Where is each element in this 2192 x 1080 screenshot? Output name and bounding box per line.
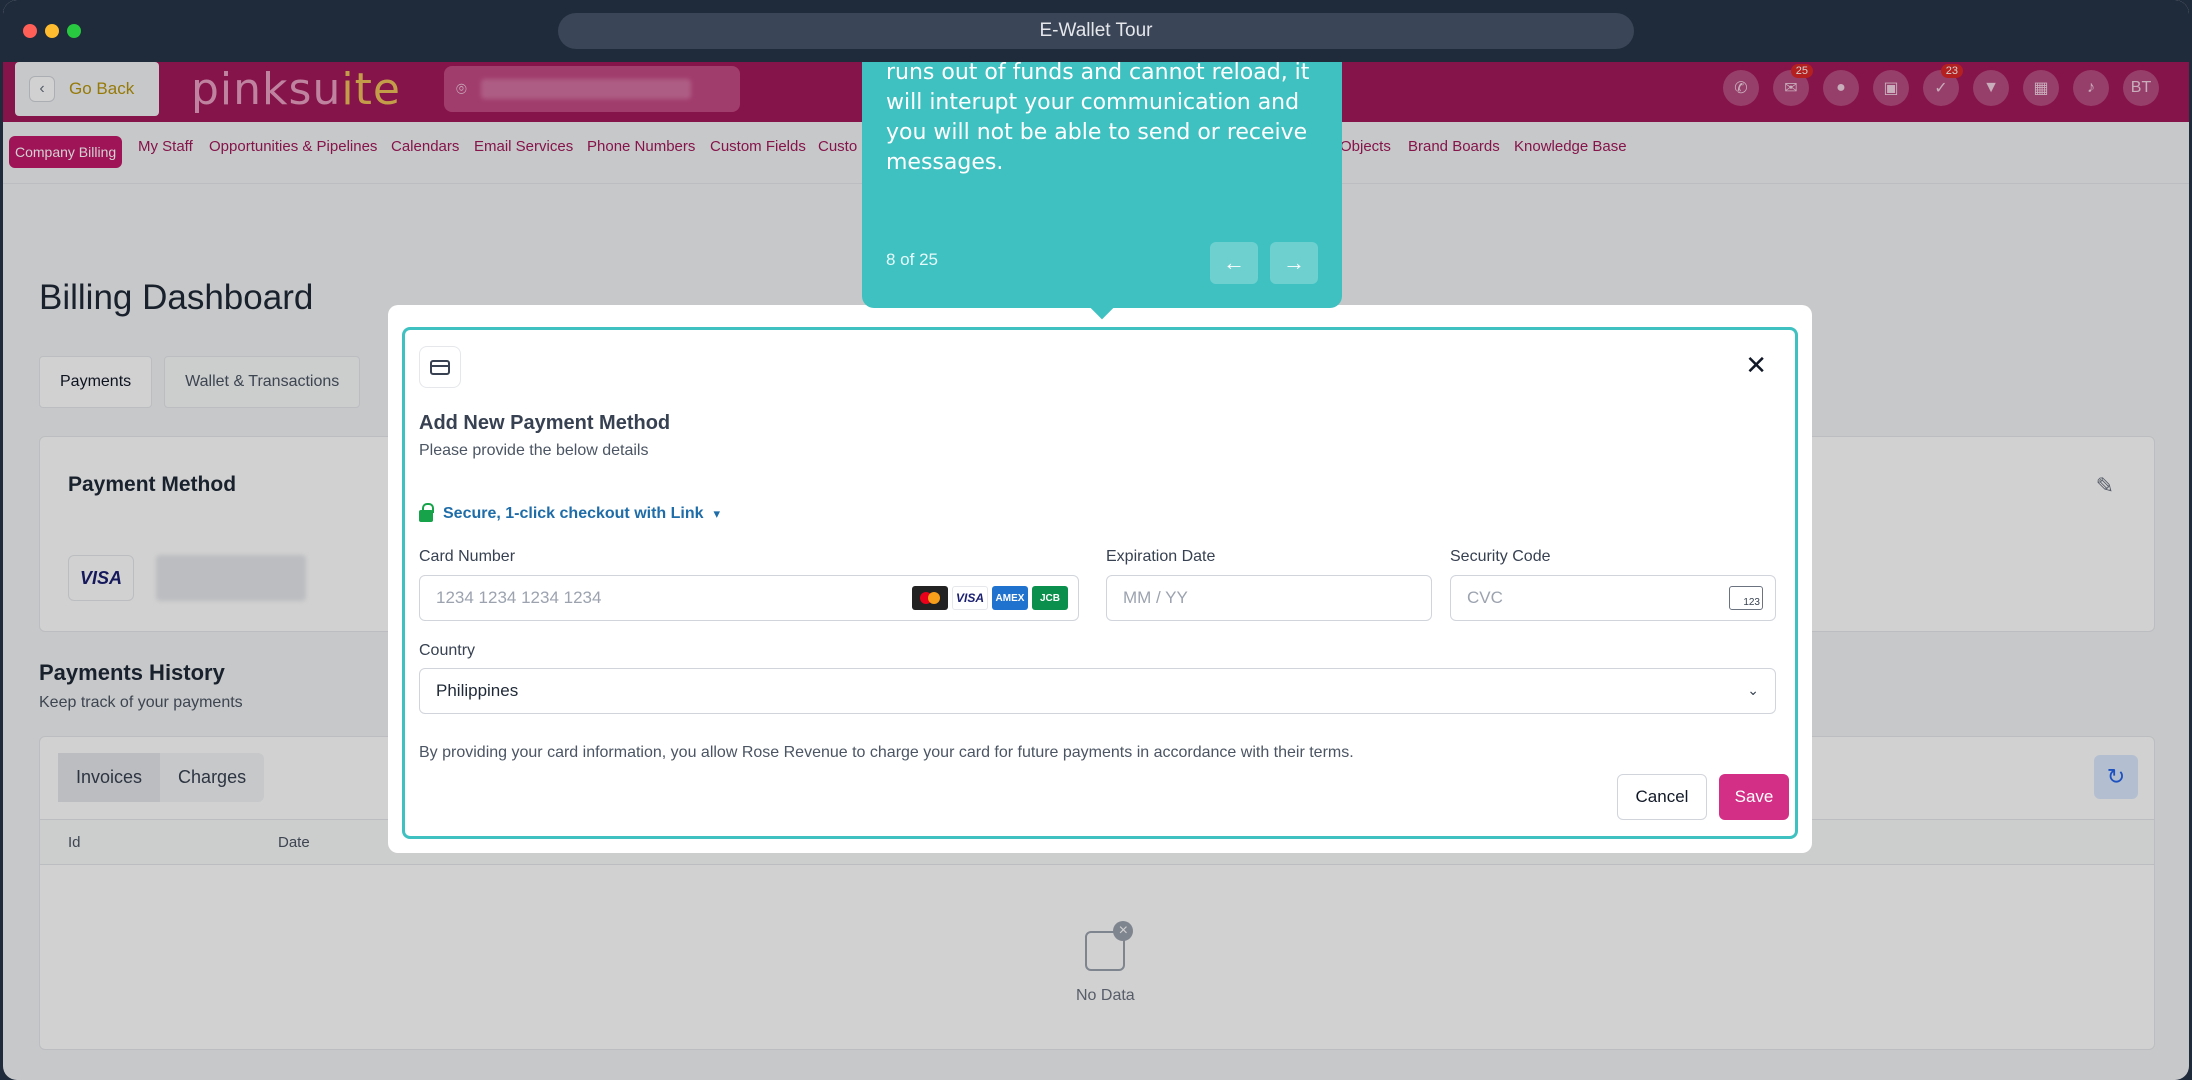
- maximize-window-button[interactable]: [67, 24, 81, 38]
- modal-title: Add New Payment Method: [419, 412, 671, 434]
- security-code-placeholder: CVC: [1467, 588, 1503, 607]
- tour-next-button[interactable]: →: [1270, 242, 1318, 284]
- tour-tooltip: a credit card for this. If your e-wallet…: [862, 62, 1342, 320]
- chevron-down-icon: ⌄: [1747, 682, 1759, 698]
- expiration-label: Expiration Date: [1106, 548, 1216, 565]
- card-number-placeholder: 1234 1234 1234 1234: [436, 588, 602, 607]
- expiration-input[interactable]: MM / YY: [1106, 575, 1432, 621]
- cancel-button[interactable]: Cancel: [1617, 774, 1707, 820]
- mastercard-icon: [912, 586, 948, 610]
- card-number-label: Card Number: [419, 548, 516, 565]
- credit-card-icon: [419, 346, 461, 388]
- app-window: E-Wallet Tour ‹ Go Back pinksuite ⌾ ✆ ✉ 2…: [3, 0, 2189, 1080]
- link-checkout-toggle[interactable]: Secure, 1-click checkout with Link ▾: [419, 503, 721, 523]
- close-window-button[interactable]: [23, 24, 37, 38]
- card-brands: VISA AMEX JCB: [912, 586, 1068, 610]
- tour-text: a credit card for this. If your e-wallet…: [886, 62, 1310, 175]
- add-payment-modal: ✕ Add New Payment Method Please provide …: [388, 305, 1812, 853]
- card-number-input[interactable]: 1234 1234 1234 1234 VISA AMEX JCB: [419, 575, 1079, 621]
- title-bar: E-Wallet Tour: [3, 0, 2189, 62]
- jcb-icon: JCB: [1032, 586, 1068, 610]
- minimize-window-button[interactable]: [45, 24, 59, 38]
- expiration-placeholder: MM / YY: [1123, 588, 1188, 607]
- save-button[interactable]: Save: [1719, 774, 1789, 820]
- modal-highlight: ✕ Add New Payment Method Please provide …: [402, 327, 1798, 839]
- country-label: Country: [419, 642, 476, 659]
- cvc-card-icon: 123: [1729, 586, 1763, 610]
- arrow-right-icon: →: [1283, 250, 1305, 275]
- amex-icon: AMEX: [992, 586, 1028, 610]
- window-title: E-Wallet Tour: [558, 13, 1634, 49]
- modal-subtitle: Please provide the below details: [419, 442, 649, 459]
- close-icon[interactable]: ✕: [1745, 352, 1767, 378]
- chevron-down-icon: ▾: [713, 506, 721, 521]
- lock-icon: [419, 503, 434, 522]
- terms-text: By providing your card information, you …: [419, 744, 1354, 761]
- security-code-input[interactable]: CVC 123: [1450, 575, 1776, 621]
- country-select[interactable]: Philippines ⌄: [419, 668, 1776, 714]
- tour-prev-button[interactable]: ←: [1210, 242, 1258, 284]
- visa-icon: VISA: [952, 586, 988, 610]
- country-value: Philippines: [436, 681, 519, 700]
- tour-step-counter: 8 of 25: [886, 250, 938, 269]
- link-checkout-label: Secure, 1-click checkout with Link: [443, 505, 704, 522]
- arrow-left-icon: ←: [1223, 250, 1245, 275]
- security-code-label: Security Code: [1450, 548, 1551, 565]
